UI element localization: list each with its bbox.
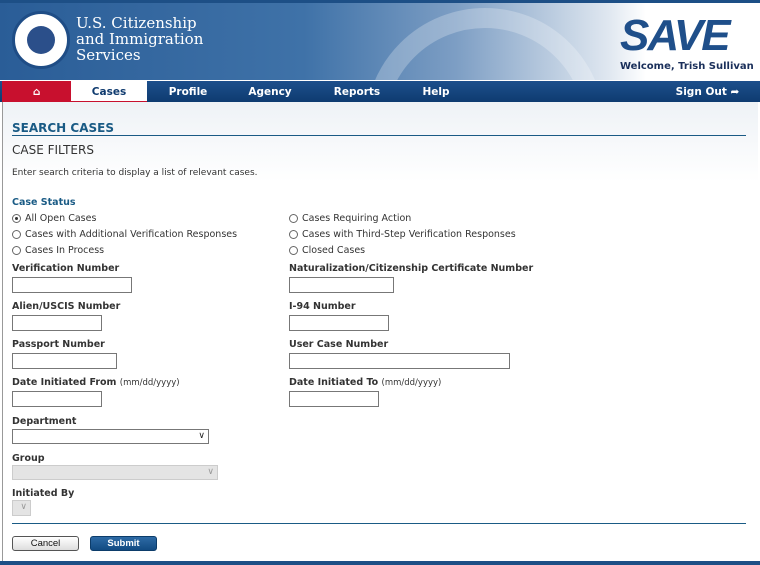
nav-reports[interactable]: Reports [319, 81, 395, 103]
footer-bar [0, 561, 760, 565]
nav-profile[interactable]: Profile [150, 81, 226, 103]
radio-label: Cases with Additional Verification Respo… [25, 229, 238, 240]
department-select[interactable]: ∨ [12, 429, 209, 444]
dhs-seal-logo [12, 11, 70, 69]
header-banner: U.S. Citizenship and Immigration Service… [0, 0, 760, 248]
passport-label: Passport Number [12, 339, 105, 350]
divider [12, 135, 746, 136]
verification-number-label: Verification Number [12, 263, 120, 274]
date-to-input[interactable] [289, 391, 379, 407]
radio-label: Closed Cases [302, 245, 366, 256]
chevron-down-icon: ∨ [20, 502, 27, 512]
initiated-by-select[interactable]: ∨ [12, 500, 31, 516]
submit-button[interactable]: Submit [90, 536, 157, 551]
radio-requiring-action[interactable]: Cases Requiring Action [289, 213, 411, 224]
passport-input[interactable] [12, 353, 117, 369]
cancel-button[interactable]: Cancel [12, 536, 79, 551]
naturalization-input[interactable] [289, 277, 394, 293]
save-logo: SAVE [620, 11, 731, 60]
user-case-label: User Case Number [289, 339, 389, 350]
radio-third-step[interactable]: Cases with Third-Step Verification Respo… [289, 229, 516, 240]
agency-name: U.S. Citizenship and Immigration Service… [76, 15, 203, 63]
i94-label: I-94 Number [289, 301, 356, 312]
page-title: SEARCH CASES [12, 121, 114, 135]
chevron-down-icon: ∨ [198, 431, 205, 441]
sign-out-icon: ➦ [730, 86, 740, 98]
group-label: Group [12, 453, 45, 464]
nav-cases[interactable]: Cases [71, 81, 147, 103]
group-select[interactable]: ∨ [12, 465, 218, 480]
radio-additional-verification[interactable]: Cases with Additional Verification Respo… [12, 229, 237, 240]
agency-line: and Immigration [76, 30, 204, 48]
welcome-text: Welcome, Trish Sullivan [620, 61, 754, 72]
radio-label: All Open Cases [25, 213, 97, 224]
radio-closed[interactable]: Closed Cases [289, 245, 365, 256]
radio-in-process[interactable]: Cases In Process [12, 245, 104, 256]
case-status-label: Case Status [12, 197, 76, 208]
main-nav: ⌂ Cases Profile Agency Reports Help Sign… [0, 80, 760, 103]
date-format-hint: (mm/dd/yyyy) [119, 378, 180, 388]
alien-number-input[interactable] [12, 315, 102, 331]
naturalization-label: Naturalization/Citizenship Certificate N… [289, 263, 534, 274]
agency-line: Services [76, 46, 141, 64]
date-format-hint: (mm/dd/yyyy) [381, 378, 442, 388]
sign-out-link[interactable]: Sign Out ➦ [660, 81, 755, 103]
instructions: Enter search criteria to display a list … [12, 168, 258, 178]
i94-input[interactable] [289, 315, 389, 331]
divider [12, 523, 746, 524]
date-to-text: Date Initiated To [289, 377, 379, 388]
date-from-label: Date Initiated From (mm/dd/yyyy) [12, 377, 180, 388]
date-to-label: Date Initiated To (mm/dd/yyyy) [289, 377, 441, 388]
radio-label: Cases In Process [25, 245, 105, 256]
alien-number-label: Alien/USCIS Number [12, 301, 121, 312]
department-label: Department [12, 416, 77, 427]
radio-label: Cases with Third-Step Verification Respo… [302, 229, 516, 240]
date-from-text: Date Initiated From [12, 377, 117, 388]
nav-help[interactable]: Help [398, 81, 474, 103]
home-icon: ⌂ [32, 86, 41, 98]
agency-line: U.S. Citizenship [76, 14, 197, 32]
initiated-by-label: Initiated By [12, 488, 75, 499]
verification-number-input[interactable] [12, 277, 132, 293]
chevron-down-icon: ∨ [207, 467, 214, 477]
user-case-input[interactable] [289, 353, 510, 369]
sign-out-label: Sign Out [675, 86, 727, 98]
date-from-input[interactable] [12, 391, 102, 407]
section-title: CASE FILTERS [12, 143, 94, 157]
nav-home[interactable]: ⌂ [2, 81, 71, 103]
radio-label: Cases Requiring Action [302, 213, 412, 224]
nav-agency[interactable]: Agency [232, 81, 308, 103]
radio-all-open[interactable]: All Open Cases [12, 213, 96, 224]
